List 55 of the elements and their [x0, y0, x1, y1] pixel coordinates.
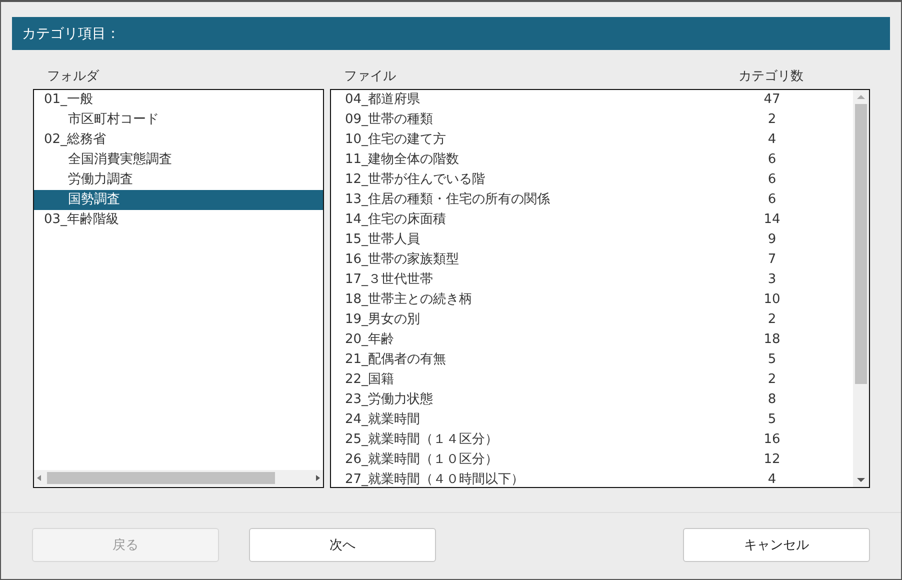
file-name[interactable]: 23_労働力状態: [345, 390, 722, 410]
category-count: 4: [768, 471, 776, 487]
category-count: 6: [768, 191, 776, 209]
dialog-title: カテゴリ項目：: [22, 24, 120, 42]
file-name[interactable]: 16_世帯の家族類型: [345, 250, 722, 270]
tree-item[interactable]: 01_一般: [34, 90, 323, 110]
category-count: 47: [764, 91, 780, 109]
file-name[interactable]: 19_男女の別: [345, 310, 722, 330]
category-count: 14: [764, 211, 780, 229]
file-name[interactable]: 24_就業時間: [345, 410, 722, 430]
file-name[interactable]: 10_住宅の建て方: [345, 130, 722, 150]
file-name[interactable]: 22_国籍: [345, 370, 722, 390]
file-name[interactable]: 26_就業時間（１０区分）: [345, 450, 722, 470]
file-name[interactable]: 09_世帯の種類: [345, 110, 722, 130]
category-count: 10: [764, 291, 780, 309]
file-name[interactable]: 11_建物全体の階数: [345, 150, 722, 170]
file-name[interactable]: 04_都道府県: [345, 90, 722, 110]
scrollbar-thumb[interactable]: [855, 104, 867, 384]
category-count: 9: [768, 231, 776, 249]
file-name[interactable]: 21_配偶者の有無: [345, 350, 722, 370]
tree-item[interactable]: 02_総務省: [34, 130, 323, 150]
category-count: 5: [768, 351, 776, 369]
category-count: 6: [768, 171, 776, 189]
category-count: 6: [768, 151, 776, 169]
file-name[interactable]: 14_住宅の床面積: [345, 210, 722, 230]
category-count: 4: [768, 131, 776, 149]
category-count: 2: [768, 111, 776, 129]
column-heading: ファイル: [344, 68, 397, 86]
category-count: 8: [768, 391, 776, 409]
dialog-button[interactable]: 次へ: [249, 528, 436, 562]
column-heading: カテゴリ数: [738, 68, 804, 86]
tree-item[interactable]: 03_年齢階級: [34, 210, 323, 230]
tree-item[interactable]: 労働力調査: [34, 170, 323, 190]
tree-item[interactable]: 全国消費実態調査: [34, 150, 323, 170]
category-count: 16: [764, 431, 780, 449]
file-name[interactable]: 18_世帯主との続き柄: [345, 290, 722, 310]
category-count: 7: [768, 251, 776, 269]
scrollbar-thumb[interactable]: [47, 472, 275, 484]
tree-item[interactable]: 国勢調査: [34, 190, 323, 210]
file-name[interactable]: 25_就業時間（１４区分）: [345, 430, 722, 450]
dialog-button[interactable]: キャンセル: [683, 528, 870, 562]
file-name[interactable]: 12_世帯が住んでいる階: [345, 170, 722, 190]
category-count: 18: [764, 331, 780, 349]
column-heading: フォルダ: [47, 69, 99, 84]
category-count: 3: [768, 271, 776, 289]
tree-item[interactable]: 市区町村コード: [34, 110, 323, 130]
category-count: 12: [764, 451, 780, 469]
category-count: 5: [768, 411, 776, 429]
file-name[interactable]: 20_年齢: [345, 330, 722, 350]
category-count: 2: [768, 311, 776, 329]
file-name[interactable]: 27_就業時間（４０時間以下）: [345, 470, 722, 487]
category-count: 2: [768, 371, 776, 389]
file-name[interactable]: 15_世帯人員: [345, 230, 722, 250]
file-name[interactable]: 13_住居の種類・住宅の所有の関係: [345, 190, 722, 210]
file-name[interactable]: 17_３世代世帯: [345, 270, 722, 290]
